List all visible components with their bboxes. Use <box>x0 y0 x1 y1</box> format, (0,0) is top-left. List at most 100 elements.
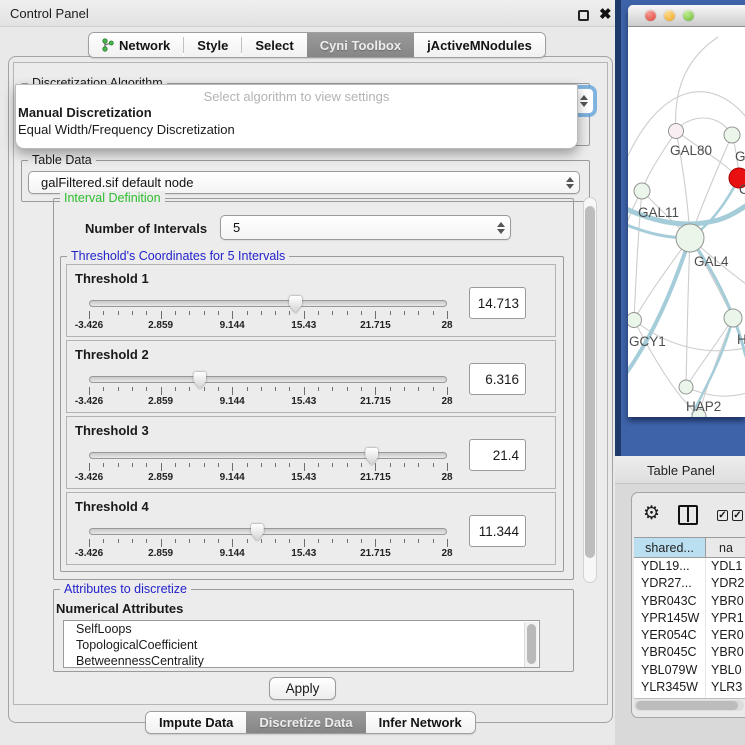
table-row[interactable]: YBR043CYBR0 <box>634 593 745 610</box>
cell-name[interactable]: YBL0 <box>706 662 745 679</box>
table-hscrollbar[interactable] <box>634 700 744 711</box>
tab-network[interactable]: Network <box>89 33 183 57</box>
slider-track[interactable] <box>89 452 447 459</box>
panel-scrollbar[interactable] <box>583 197 597 583</box>
node-gcy1[interactable] <box>628 313 642 328</box>
gear-icon[interactable]: ⚙ <box>643 504 660 523</box>
threshold-3-slider[interactable] <box>89 452 447 459</box>
apply-button[interactable]: Apply <box>269 677 336 700</box>
tab-impute-data[interactable]: Impute Data <box>146 712 246 733</box>
network-canvas[interactable]: GAL80 G C GAL11 GAL4 GCY1 H HAP2 <box>628 27 745 417</box>
threshold-1-slider[interactable] <box>89 300 447 307</box>
cell-shared-name[interactable]: YPR145W <box>634 610 706 627</box>
tick-label: -3.426 <box>75 320 103 331</box>
tick-label: 28 <box>441 320 452 331</box>
control-panel: Control Panel ✖ Network Style Select Cyn… <box>0 0 615 745</box>
cell-shared-name[interactable]: YBL079W <box>634 662 706 679</box>
tab-jactivemnodules[interactable]: jActiveMNodules <box>414 33 545 57</box>
popup-option-equal-width-frequency[interactable]: Equal Width/Frequency Discretization <box>16 121 577 138</box>
cell-name[interactable]: YBR0 <box>706 644 745 661</box>
tab-network-label: Network <box>119 38 170 53</box>
node-h[interactable] <box>724 309 742 327</box>
attribute-list-item[interactable]: TopologicalCoefficient <box>64 637 539 653</box>
float-window-icon[interactable] <box>578 10 589 21</box>
checkbox-icon[interactable]: ✓ <box>732 510 743 521</box>
attribute-list-item[interactable]: BetweennessCentrality <box>64 653 539 668</box>
node-gal4[interactable] <box>676 224 704 252</box>
combo-stepper-icon <box>561 177 579 189</box>
threshold-4-label: Threshold 4 <box>75 499 149 514</box>
node-label-c: C <box>739 182 745 197</box>
cell-name[interactable]: YDR2 <box>706 575 745 592</box>
threshold-1-value-field[interactable]: 14.713 <box>469 287 526 319</box>
column-header-name[interactable]: na <box>706 538 745 557</box>
cell-shared-name[interactable]: YDR27... <box>634 575 706 592</box>
cell-name[interactable]: YER0 <box>706 627 745 644</box>
tab-select[interactable]: Select <box>242 33 306 57</box>
tick-label: -3.426 <box>75 472 103 483</box>
table-rows: YDL19...YDL1YDR27...YDR2YBR043CYBR0YPR14… <box>634 558 745 699</box>
node-gal11[interactable] <box>634 183 650 199</box>
cell-name[interactable]: YDL1 <box>706 558 745 575</box>
threshold-1-label: Threshold 1 <box>75 271 149 286</box>
tab-discretize-data[interactable]: Discretize Data <box>246 712 365 733</box>
slider-tick-labels: -3.4262.8599.14415.4321.71528 <box>89 548 447 560</box>
node-label-gcy1: GCY1 <box>629 334 666 349</box>
list-scrollbar[interactable] <box>524 622 538 668</box>
threshold-2-value-field[interactable]: 6.316 <box>469 363 526 395</box>
node-g[interactable] <box>724 127 740 143</box>
table-row[interactable]: YBL079WYBL0 <box>634 662 745 679</box>
attribute-list-item[interactable]: SelfLoops <box>64 621 539 637</box>
table-row[interactable]: YER054CYER0 <box>634 627 745 644</box>
tab-infer-network[interactable]: Infer Network <box>366 712 475 733</box>
list-scrollbar-thumb[interactable] <box>527 624 536 664</box>
cell-shared-name[interactable]: YBR045C <box>634 644 706 661</box>
pane-divider[interactable] <box>615 0 621 456</box>
cell-shared-name[interactable]: YIL052C <box>634 696 706 699</box>
tick-label: 9.144 <box>220 396 245 407</box>
table-row[interactable]: YDL19...YDL1 <box>634 558 745 575</box>
table-row[interactable]: YDR27...YDR2 <box>634 575 745 592</box>
table-row[interactable]: YIL052CYIL0 <box>634 696 745 699</box>
checkbox-icon[interactable]: ✓ <box>717 510 728 521</box>
network-window-titlebar[interactable] <box>628 5 745 27</box>
cell-name[interactable]: YPR1 <box>706 610 745 627</box>
numerical-attributes-list[interactable]: SelfLoopsTopologicalCoefficientBetweenne… <box>63 620 540 668</box>
tab-cyni-toolbox[interactable]: Cyni Toolbox <box>307 33 414 57</box>
columns-icon[interactable] <box>678 505 698 525</box>
zoom-traffic-light[interactable] <box>683 10 694 21</box>
threshold-3-label: Threshold 3 <box>75 423 149 438</box>
cell-shared-name[interactable]: YER054C <box>634 627 706 644</box>
column-header-shared-name[interactable]: shared... <box>634 538 706 557</box>
slider-track[interactable] <box>89 528 447 535</box>
cell-shared-name[interactable]: YDL19... <box>634 558 706 575</box>
panel-scrollbar-thumb[interactable] <box>585 206 595 558</box>
num-intervals-combo[interactable]: 5 <box>220 215 511 240</box>
tick-label: 9.144 <box>220 472 245 483</box>
popup-option-manual-discretization[interactable]: Manual Discretization <box>16 104 577 121</box>
cell-shared-name[interactable]: YLR345W <box>634 679 706 696</box>
table-row[interactable]: YBR045CYBR0 <box>634 644 745 661</box>
cell-shared-name[interactable]: YBR043C <box>634 593 706 610</box>
tick-label: 15.43 <box>291 396 316 407</box>
slider-track[interactable] <box>89 300 447 307</box>
node-gal80[interactable] <box>669 124 684 139</box>
tick-label: 21.715 <box>360 396 391 407</box>
table-row[interactable]: YPR145WYPR1 <box>634 610 745 627</box>
threshold-4-value-field[interactable]: 11.344 <box>469 515 526 547</box>
tab-style[interactable]: Style <box>184 33 241 57</box>
threshold-3-value-field[interactable]: 21.4 <box>469 439 526 471</box>
table-hscrollbar-thumb[interactable] <box>636 701 738 710</box>
table-row[interactable]: YLR345WYLR3 <box>634 679 745 696</box>
close-icon[interactable]: ✖ <box>599 5 612 23</box>
cell-name[interactable]: YIL0 <box>706 696 745 699</box>
cell-name[interactable]: YBR0 <box>706 593 745 610</box>
slider-track[interactable] <box>89 376 447 383</box>
cell-name[interactable]: YLR3 <box>706 679 745 696</box>
threshold-4-slider[interactable] <box>89 528 447 535</box>
tick-label: 21.715 <box>360 320 391 331</box>
threshold-2-slider[interactable] <box>89 376 447 383</box>
minimize-traffic-light[interactable] <box>664 10 675 21</box>
node-hap2[interactable] <box>679 380 693 394</box>
close-traffic-light[interactable] <box>645 10 656 21</box>
